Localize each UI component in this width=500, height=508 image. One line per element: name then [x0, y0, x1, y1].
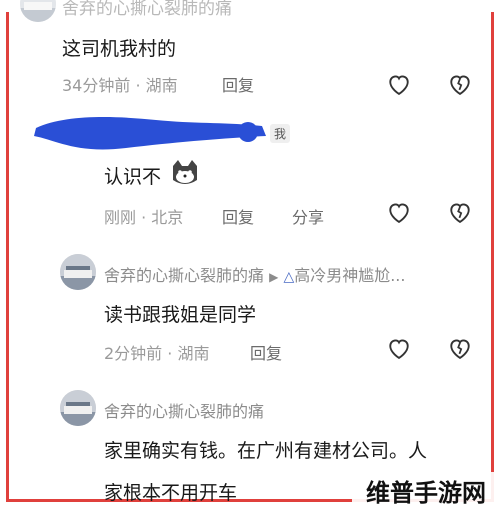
broken-heart-icon: [450, 75, 470, 96]
comment-text: 认识不: [104, 166, 162, 188]
dislike-button[interactable]: [446, 198, 474, 226]
meta-separator: ·: [141, 208, 147, 227]
reply-button[interactable]: 回复: [222, 72, 254, 96]
timestamp: 刚刚: [104, 208, 137, 227]
heart-outline-icon: [389, 75, 409, 96]
reply-to-username[interactable]: 高冷男神尴尬...: [294, 266, 405, 285]
comment-meta: 34分钟前 · 湖南: [62, 72, 178, 96]
redacted-username-scribble: [34, 117, 266, 150]
avatar[interactable]: [60, 390, 96, 426]
timestamp: 34分钟前: [62, 76, 131, 95]
play-arrow-icon: ▶: [269, 270, 279, 284]
username[interactable]: 舍弃的心撕心裂肺的痛: [104, 266, 264, 285]
comment-meta: 刚刚 · 北京: [104, 204, 183, 228]
cat-face-emoji: [173, 160, 197, 184]
comment-text: 读书跟我姐是同学: [104, 304, 257, 326]
comment-text-line: 家根本不用开车: [104, 482, 238, 504]
reply-button[interactable]: 回复: [250, 340, 282, 364]
location: 湖南: [177, 344, 210, 363]
comment-text-line: 家里确实有钱。在广州有建材公司。人: [104, 440, 428, 462]
heart-outline-icon: [389, 339, 409, 360]
avatar-image: [60, 254, 96, 290]
like-button[interactable]: [385, 198, 413, 226]
avatar[interactable]: [60, 254, 96, 290]
comment-meta: 2分钟前 · 湖南: [104, 340, 209, 364]
like-button[interactable]: [385, 70, 413, 98]
username[interactable]: 舍弃的心撕心裂肺的痛: [104, 398, 264, 422]
broken-heart-icon: [450, 339, 470, 360]
meta-separator: ·: [135, 76, 141, 95]
reply-header: 舍弃的心撕心裂肺的痛 ▶ △高冷男神尴尬...: [104, 262, 405, 286]
dislike-button[interactable]: [446, 334, 474, 362]
username[interactable]: 舍弃的心撕心裂肺的痛: [62, 0, 232, 19]
location: 湖南: [145, 76, 178, 95]
me-badge: 我: [270, 124, 291, 143]
ship-emoji: △: [283, 269, 295, 285]
dislike-button[interactable]: [446, 70, 474, 98]
like-button[interactable]: [385, 334, 413, 362]
meta-separator: ·: [167, 344, 173, 363]
share-button[interactable]: 分享: [292, 204, 324, 228]
comment-text: 这司机我村的: [62, 38, 177, 60]
watermark: 维普手游网: [352, 472, 500, 508]
broken-heart-icon: [450, 203, 470, 224]
avatar-image: [60, 390, 96, 426]
heart-outline-icon: [389, 203, 409, 224]
timestamp: 2分钟前: [104, 344, 163, 363]
location: 北京: [151, 208, 184, 227]
reply-button[interactable]: 回复: [222, 204, 254, 228]
